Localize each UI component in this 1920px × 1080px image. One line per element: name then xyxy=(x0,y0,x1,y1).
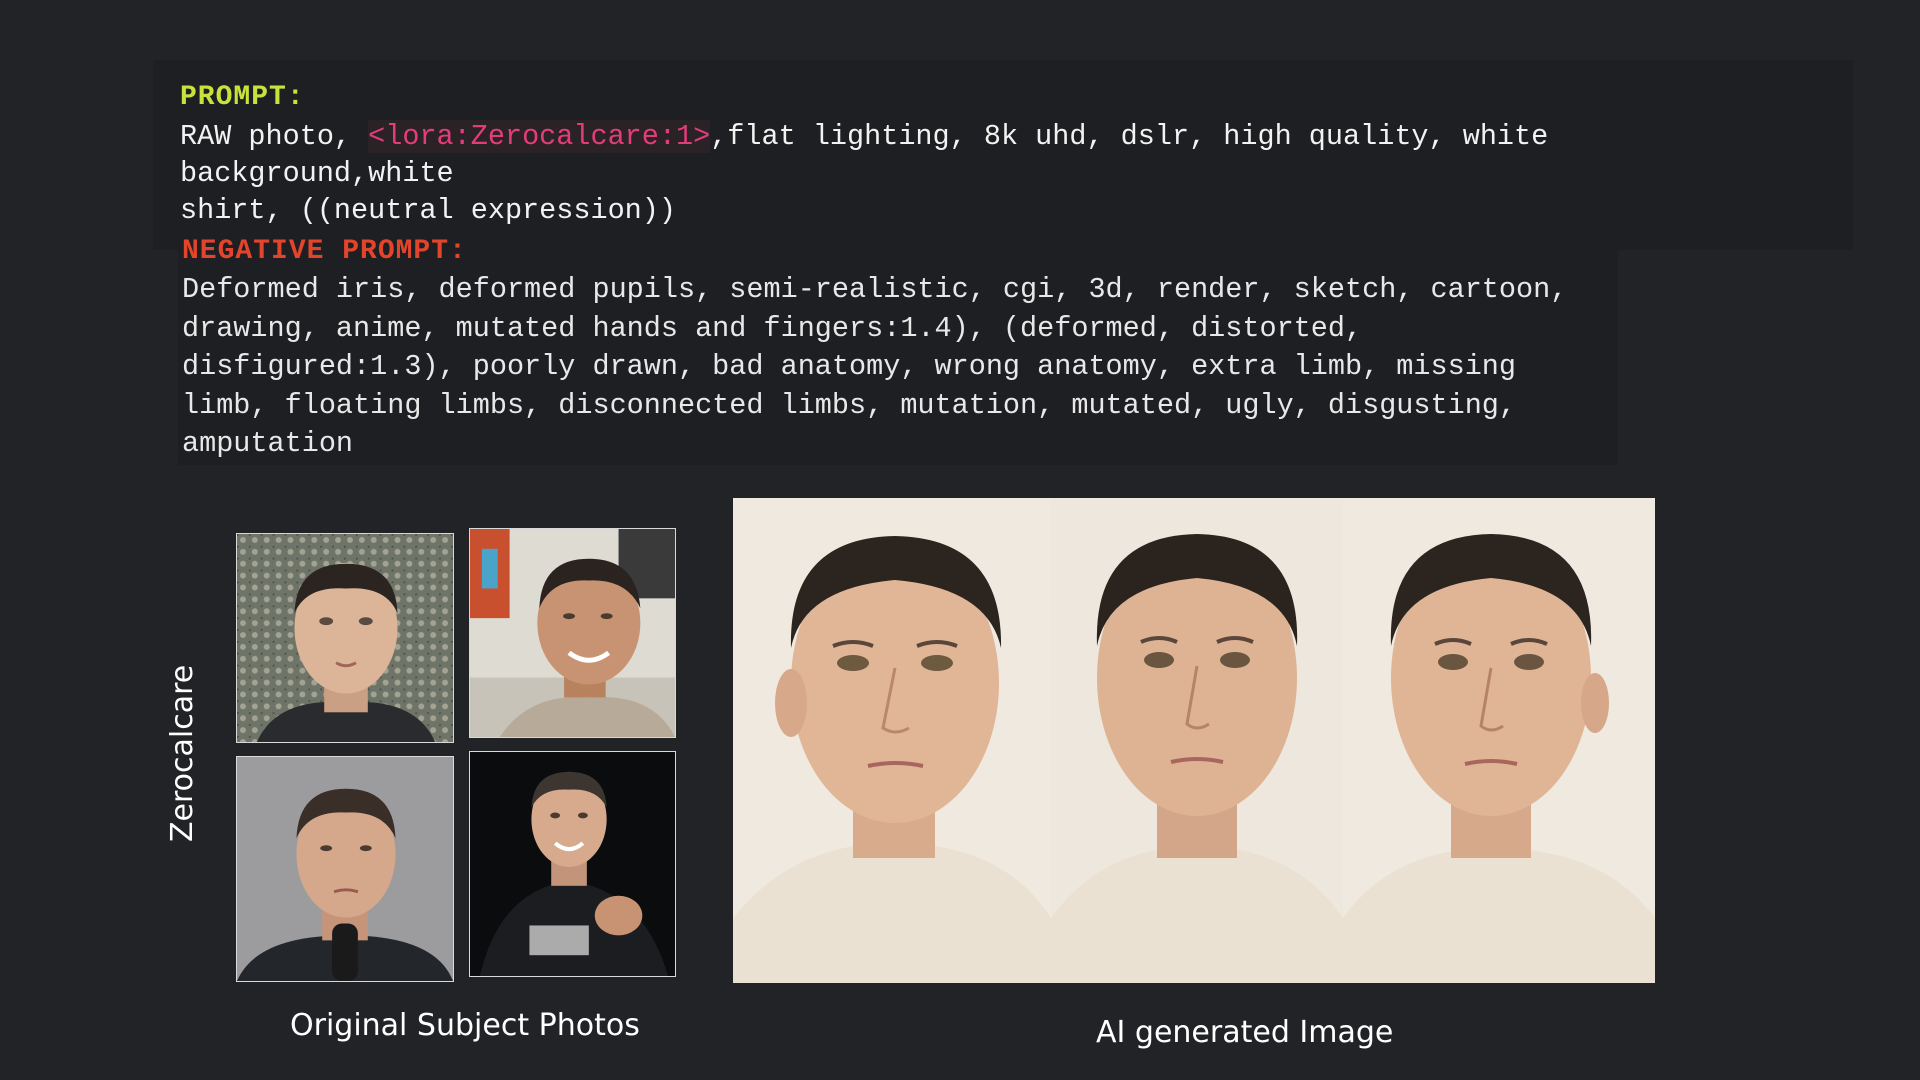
ai-image-caption: AI generated Image xyxy=(1096,1015,1394,1050)
subject-label: Zerocalcare xyxy=(165,664,200,842)
subject-photo-3-image xyxy=(237,757,453,981)
subject-photo-1 xyxy=(236,533,454,743)
ai-generated-image-graphic xyxy=(733,498,1655,983)
prompt-text: RAW photo, <lora:Zerocalcare:1>,flat lig… xyxy=(180,118,1820,229)
subject-photo-3 xyxy=(236,756,454,982)
subject-photo-4 xyxy=(469,751,676,977)
original-photos-caption: Original Subject Photos xyxy=(290,1008,640,1043)
ai-face-3 xyxy=(1343,498,1655,983)
subject-photo-2-image xyxy=(470,529,675,737)
subject-photo-2 xyxy=(469,528,676,738)
prompt-label: PROMPT: xyxy=(180,82,305,113)
negative-prompt-text: Deformed iris, deformed pupils, semi-rea… xyxy=(182,273,1568,460)
ai-face-1 xyxy=(733,498,1051,983)
negative-prompt-label: NEGATIVE PROMPT: xyxy=(182,236,467,267)
ai-generated-image xyxy=(733,498,1655,983)
lora-tag: <lora:Zerocalcare:1> xyxy=(368,120,711,153)
subject-photo-4-image xyxy=(470,752,675,976)
prompt-text-start: RAW photo, xyxy=(180,120,369,153)
subject-photo-1-image xyxy=(237,534,453,742)
ai-face-2 xyxy=(1051,498,1343,983)
